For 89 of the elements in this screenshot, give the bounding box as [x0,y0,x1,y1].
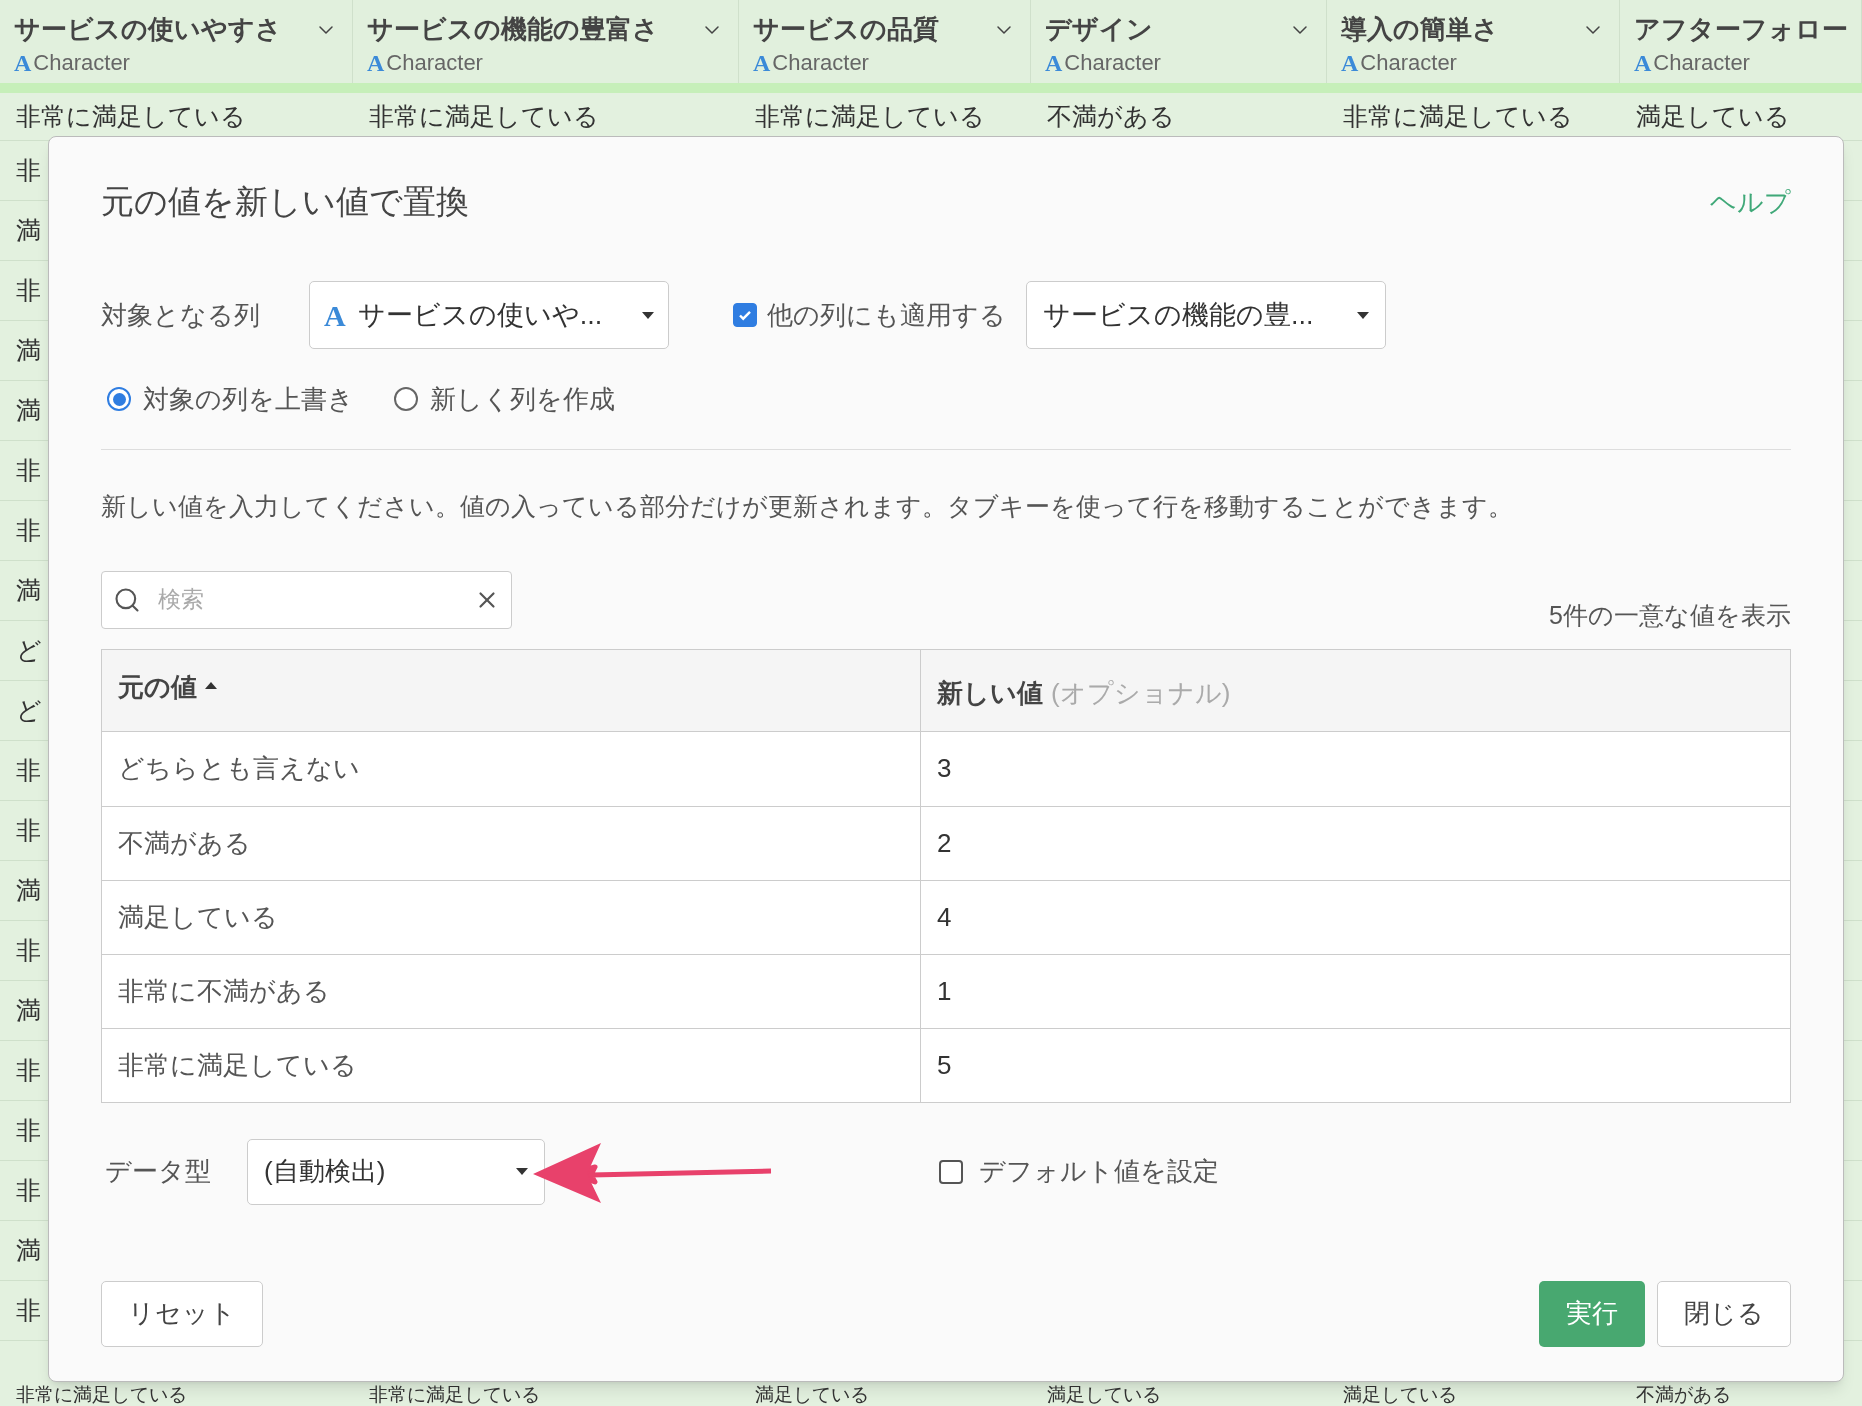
table-cell-text: 非常に満足している [368,100,600,132]
column-name: 導入の簡単さ [1341,13,1499,46]
table-cell-text: 非 [16,1054,41,1086]
table-cell-text: ど [16,694,42,726]
search-field[interactable]: 検索 [101,570,512,629]
radio-button[interactable] [394,387,418,411]
checkbox-label: 他の列にも適用する [767,298,1006,332]
radio-label: 新しく列を作成 [430,382,615,416]
table-cell-text: 満 [16,334,41,366]
column-type: Character [772,52,869,74]
table-cell-text: 満足している [1342,1384,1458,1404]
caret-icon [516,1168,528,1175]
dialog-title: 元の値を新しい値で置換 [101,182,469,223]
table-cell-text: 満足している [1046,1384,1162,1404]
field-label: 対象となる列 [101,298,261,332]
search-icon [113,585,141,614]
checkbox[interactable] [733,303,757,327]
table-cell-text: 非 [16,514,41,546]
table-cell-text: 非 [16,934,41,966]
table-cell-text: 満 [16,1234,41,1266]
table-cell-text: 非 [16,1294,41,1326]
column-type: Character [386,52,483,74]
column-name: アフターフォロー [1634,13,1848,46]
type-mark: A [1634,51,1652,75]
table-cell-text: 非 [16,454,41,486]
table-cell-text: 不満がある [1635,1384,1732,1404]
table-cell-text: どちらとも言えない [118,752,360,785]
table-cell-text: 非常に満足している [15,100,247,132]
type-mark: A [367,51,385,75]
table-cell-text: 非常に満足している [15,1384,188,1404]
column-name: サービスの機能の豊富さ [367,13,659,46]
table-cell-text: 非常に満足している [118,1048,357,1082]
field-label: データ型 [104,1155,212,1188]
table-cell-text: 非 [16,754,41,786]
table-cell-text: 満足している [754,1384,870,1404]
table-cell-text: 非 [16,154,41,186]
value-input[interactable]: 4 [921,880,1790,954]
type-mark: A [753,51,771,75]
table-cell-text: 不満がある [1046,100,1176,132]
checkbox[interactable] [939,1159,963,1184]
radio-button[interactable] [107,387,131,411]
table-header[interactable]: 元の値 [102,649,921,731]
type-mark: A [1341,51,1359,75]
table-cell-text: 非 [16,814,41,846]
dropdown-value: サービスの使いや... [357,298,604,332]
column-name: デザイン [1045,13,1153,46]
column-dropdown[interactable]: サービスの機能の豊... [1026,281,1386,349]
type-mark: A [1045,51,1063,75]
value-input[interactable]: 3 [921,731,1790,806]
table-cell-text: 不満がある [118,826,251,860]
caret-icon [1357,311,1369,319]
value-input[interactable]: 1 [921,954,1790,1028]
column-type: Character [1360,52,1457,74]
table-cell-text: 満足している [1635,100,1791,132]
table-cell-text: 満足している [118,900,278,934]
value-input[interactable]: 5 [921,1028,1790,1102]
sort-up-icon [205,681,217,689]
table-header[interactable]: 新しい値 (オプショナル) [921,649,1790,731]
dropdown-value: サービスの機能の豊... [1043,298,1315,332]
type-mark: A [324,297,346,334]
checkbox-label: デフォルト値を設定 [979,1155,1219,1188]
table-cell-text: 満 [16,574,41,606]
table-cell-text: 満 [16,874,41,906]
column-type: Character [33,52,130,74]
column-type: Character [1064,52,1161,74]
column-name: サービスの品質 [753,13,939,46]
type-mark: A [14,51,32,75]
table-cell-text: 非 [16,1174,41,1206]
caret-icon [642,311,654,319]
table-cell-text: 満 [16,994,41,1026]
table-cell-text: 満 [16,214,41,246]
data-type-dropdown[interactable]: (自動検出) [247,1138,545,1205]
table-cell-text: 非常に満足している [754,100,986,132]
table-cell-text: 非常に不満がある [118,974,330,1008]
table-cell-text: 満 [16,394,41,426]
instruction-text: 新しい値を入力してください。値の入っている部分だけが更新されます。タブキーを使って行を移動することができます。 [101,491,1514,522]
column-dropdown[interactable]: A サービスの使いや... [309,281,669,349]
radio-label: 対象の列を上書き [143,382,354,416]
table-cell-text: 非 [16,1114,41,1146]
table-cell-text: 非 [16,274,41,306]
close-button[interactable]: 閉じる [1657,1280,1791,1347]
column-name: サービスの使いやすさ [14,13,282,46]
table-cell-text: ど [16,634,42,666]
table-cell-text: 非常に満足している [1342,100,1574,132]
value-input[interactable]: 2 [921,806,1790,880]
count-text: 5件の一意な値を表示 [1549,600,1791,631]
reset-button[interactable]: リセット [101,1280,263,1347]
column-type: Character [1653,52,1750,74]
table-cell-text: 非常に満足している [368,1384,541,1404]
